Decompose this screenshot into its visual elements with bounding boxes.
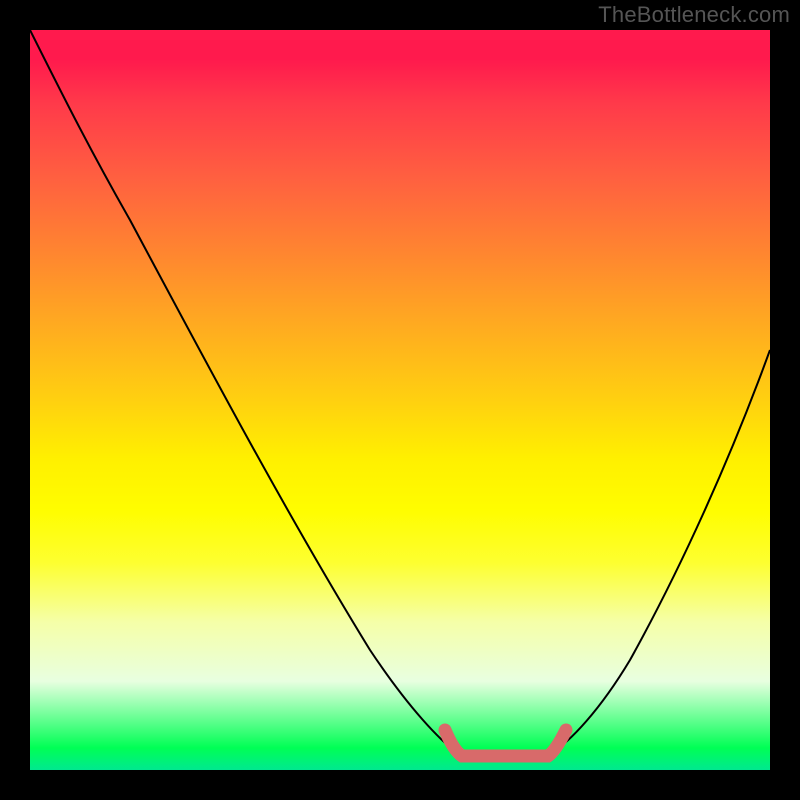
chart-curve-svg (30, 30, 770, 770)
flat-segment (445, 730, 566, 756)
chart-plot-area (30, 30, 770, 770)
watermark-text: TheBottleneck.com (598, 2, 790, 28)
curve-path (30, 30, 770, 754)
